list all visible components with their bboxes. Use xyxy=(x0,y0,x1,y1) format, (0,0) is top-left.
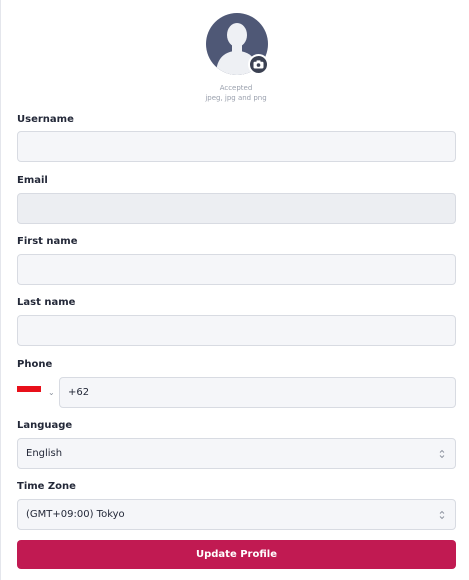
phone-label: Phone xyxy=(17,359,53,370)
language-label: Language xyxy=(17,420,73,431)
change-photo-button[interactable] xyxy=(248,54,269,75)
select-arrows-icon xyxy=(439,449,445,459)
email-label: Email xyxy=(17,175,48,186)
language-select[interactable]: English xyxy=(17,438,456,469)
username-label: Username xyxy=(17,114,74,125)
select-arrows-icon xyxy=(439,510,445,520)
language-selected-value: English xyxy=(26,448,63,459)
first-name-input[interactable] xyxy=(17,254,456,285)
timezone-label: Time Zone xyxy=(17,481,76,492)
chevron-down-icon[interactable]: ⌄ xyxy=(48,388,55,397)
accepted-formats-list: jpeg, jpg and png xyxy=(205,94,267,102)
last-name-label: Last name xyxy=(17,297,76,308)
profile-form: Accepted jpeg, jpg and png Username Emai… xyxy=(0,0,469,580)
update-profile-button[interactable]: Update Profile xyxy=(17,540,456,569)
username-input[interactable] xyxy=(17,131,456,162)
camera-icon xyxy=(253,60,264,69)
timezone-selected-value: (GMT+09:00) Tokyo xyxy=(26,509,125,520)
last-name-input[interactable] xyxy=(17,315,456,346)
indonesia-flag-icon[interactable] xyxy=(17,386,41,398)
phone-input[interactable]: +62 xyxy=(59,377,456,408)
email-input[interactable] xyxy=(17,193,456,224)
avatar-section xyxy=(206,13,269,75)
accepted-formats-title: Accepted xyxy=(219,84,253,92)
timezone-select[interactable]: (GMT+09:00) Tokyo xyxy=(17,499,456,530)
first-name-label: First name xyxy=(17,236,78,247)
